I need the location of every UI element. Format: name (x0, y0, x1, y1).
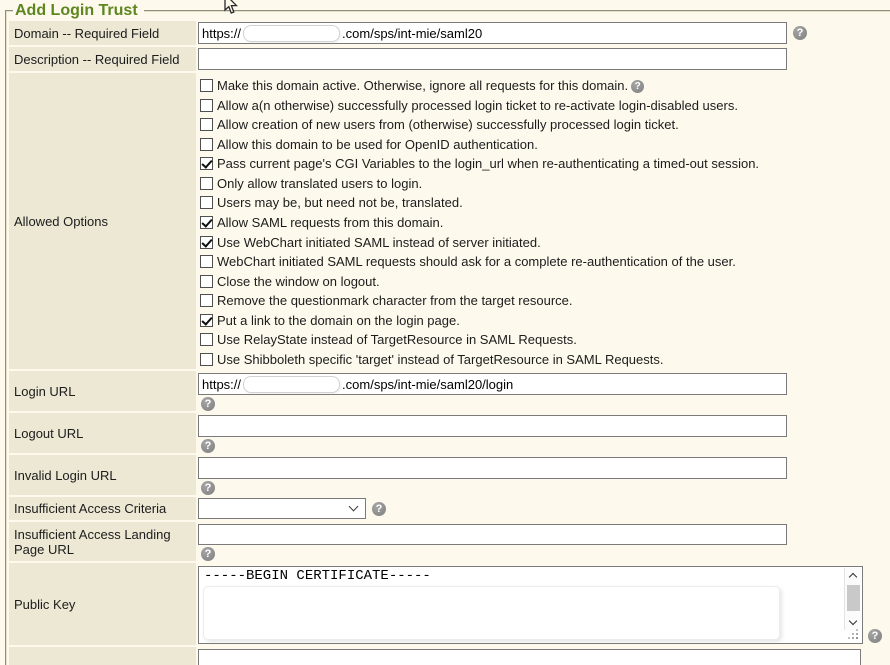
checkbox-webchart-initiated-saml[interactable] (200, 236, 213, 249)
option-label: Allow this domain to be used for OpenID … (217, 137, 538, 152)
field-label-allowed-options: Allowed Options (9, 73, 196, 369)
help-icon[interactable]: ? (201, 481, 215, 495)
redacted-host-box (243, 25, 340, 42)
checkbox-login-ticket-reactivate[interactable] (200, 99, 213, 112)
option-webchart-initiated-saml[interactable]: Use WebChart initiated SAML instead of s… (198, 232, 759, 252)
option-label: Pass current page's CGI Variables to the… (217, 156, 759, 171)
option-label: Put a link to the domain on the login pa… (217, 313, 460, 328)
field-label-login-url: Login URL (9, 371, 196, 411)
redacted-certificate-box (203, 586, 780, 640)
option-label: Use RelayState instead of TargetResource… (217, 332, 577, 347)
form-row-logout-url: Logout URL ? (9, 413, 890, 453)
option-label: Make this domain active. Otherwise, igno… (217, 78, 628, 93)
form-row-insufficient-access-criteria: Insufficient Access Criteria ? (9, 497, 890, 520)
checkbox-link-on-login-page[interactable] (200, 314, 213, 327)
description-input[interactable] (198, 48, 787, 70)
redacted-host-box (243, 376, 340, 393)
help-icon[interactable]: ? (201, 547, 215, 561)
checkbox-make-domain-active[interactable] (200, 79, 213, 92)
insufficient-access-landing-page-url-input[interactable] (198, 524, 787, 545)
domain-value-prefix: https:// (202, 26, 241, 41)
help-icon[interactable]: ? (631, 80, 644, 93)
form-row-domain: Domain -- Required Field https:// .com/sp… (9, 21, 890, 45)
field-label-domain: Domain -- Required Field (9, 21, 196, 45)
page-title: Add Login Trust (13, 2, 144, 20)
scrollbar-thumb[interactable] (847, 585, 860, 611)
field-label-description: Description -- Required Field (9, 47, 196, 71)
option-label: Allow creation of new users from (otherw… (217, 117, 679, 132)
field-label-logout-url: Logout URL (9, 413, 196, 453)
field-label-insufficient-access-landing-page-url: Insufficient Access Landing Page URL (9, 522, 196, 561)
form-row-public-key: Public Key -----BEGIN CERTIFICATE----- ? (9, 563, 890, 645)
option-allow-saml-requests[interactable]: Allow SAML requests from this domain. (198, 213, 759, 233)
invalid-login-url-input[interactable] (198, 457, 787, 479)
checkbox-create-new-users[interactable] (200, 118, 213, 131)
scroll-up-icon[interactable] (849, 573, 857, 581)
form-row-invalid-login-url: Invalid Login URL ? (9, 455, 890, 495)
resize-grip-icon[interactable] (856, 637, 858, 639)
checkbox-openid-authentication[interactable] (200, 138, 213, 151)
option-openid-authentication[interactable]: Allow this domain to be used for OpenID … (198, 135, 759, 155)
form-row-description: Description -- Required Field (9, 47, 890, 71)
checkbox-saml-complete-reauthentication[interactable] (200, 255, 213, 268)
option-saml-complete-reauthentication[interactable]: WebChart initiated SAML requests should … (198, 252, 759, 272)
field-label-public-key: Public Key (9, 563, 196, 645)
option-make-domain-active[interactable]: Make this domain active. Otherwise, igno… (198, 76, 759, 96)
option-label: Allow SAML requests from this domain. (217, 215, 443, 230)
domain-value-suffix: .com/sps/int-mie/saml20 (342, 26, 482, 41)
checkbox-users-may-be-translated[interactable] (200, 196, 213, 209)
option-create-new-users[interactable]: Allow creation of new users from (otherw… (198, 115, 759, 135)
option-close-window-logout[interactable]: Close the window on logout. (198, 271, 759, 291)
checkbox-pass-cgi-variables[interactable] (200, 157, 213, 170)
help-icon[interactable]: ? (868, 629, 882, 643)
option-link-on-login-page[interactable]: Put a link to the domain on the login pa… (198, 310, 759, 330)
option-shibboleth-target[interactable]: Use Shibboleth specific 'target' instead… (198, 349, 759, 369)
login-url-prefix: https:// (202, 377, 241, 392)
form-row-insufficient-access-landing-page-url: Insufficient Access Landing Page URL ? (9, 522, 890, 561)
allowed-options-list: Make this domain active. Otherwise, igno… (198, 73, 759, 369)
help-icon[interactable]: ? (372, 502, 386, 516)
checkbox-only-translated-users[interactable] (200, 177, 213, 190)
option-only-translated-users[interactable]: Only allow translated users to login. (198, 174, 759, 194)
checkbox-shibboleth-target[interactable] (200, 353, 213, 366)
option-label: WebChart initiated SAML requests should … (217, 254, 736, 269)
option-label: Use WebChart initiated SAML instead of s… (217, 235, 541, 250)
login-url-suffix: .com/sps/int-mie/saml20/login (342, 377, 513, 392)
insufficient-access-criteria-select[interactable] (198, 498, 366, 519)
domain-input[interactable]: https:// .com/sps/int-mie/saml20 (198, 22, 787, 44)
option-label: Remove the questionmark character from t… (217, 293, 573, 308)
option-pass-cgi-variables[interactable]: Pass current page's CGI Variables to the… (198, 154, 759, 174)
checkbox-remove-questionmark[interactable] (200, 294, 213, 307)
option-remove-questionmark[interactable]: Remove the questionmark character from t… (198, 291, 759, 311)
help-icon[interactable]: ? (201, 397, 215, 411)
checkbox-close-window-logout[interactable] (200, 275, 213, 288)
add-login-trust-fieldset: Add Login Trust Domain -- Required Field… (5, 2, 890, 665)
form-row-next-partial (9, 647, 890, 665)
checkbox-allow-saml-requests[interactable] (200, 216, 213, 229)
option-login-ticket-reactivate[interactable]: Allow a(n otherwise) successfully proces… (198, 96, 759, 116)
form-row-login-url: Login URL https:// .com/sps/int-mie/saml2… (9, 371, 890, 411)
help-icon[interactable]: ? (201, 439, 215, 453)
option-label: Close the window on logout. (217, 274, 380, 289)
field-label-invalid-login-url: Invalid Login URL (9, 455, 196, 495)
field-label-next (9, 647, 196, 665)
option-users-may-be-translated[interactable]: Users may be, but need not be, translate… (198, 193, 759, 213)
certificate-first-line: -----BEGIN CERTIFICATE----- (204, 568, 842, 584)
option-label: Allow a(n otherwise) successfully proces… (217, 98, 738, 113)
field-label-insufficient-access-criteria: Insufficient Access Criteria (9, 497, 196, 520)
next-field-input[interactable] (198, 649, 861, 665)
form-row-allowed-options: Allowed Options Make this domain active.… (9, 73, 890, 369)
login-url-input[interactable]: https:// .com/sps/int-mie/saml20/login (198, 373, 787, 395)
option-label: Use Shibboleth specific 'target' instead… (217, 352, 663, 367)
logout-url-input[interactable] (198, 415, 787, 437)
option-label: Only allow translated users to login. (217, 176, 422, 191)
checkbox-use-relaystate[interactable] (200, 333, 213, 346)
public-key-textarea[interactable]: -----BEGIN CERTIFICATE----- (198, 566, 863, 644)
option-use-relaystate[interactable]: Use RelayState instead of TargetResource… (198, 330, 759, 350)
help-icon[interactable]: ? (793, 26, 807, 40)
option-label: Users may be, but need not be, translate… (217, 195, 463, 210)
scroll-down-icon[interactable] (849, 617, 857, 625)
textarea-scrollbar[interactable] (844, 568, 861, 630)
